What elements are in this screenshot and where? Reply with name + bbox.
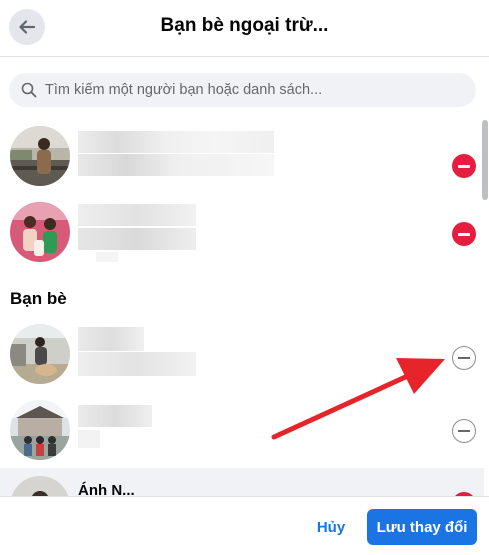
list-item[interactable] <box>0 202 480 268</box>
friend-name: Ánh N... <box>78 482 135 496</box>
list-item[interactable] <box>0 400 480 466</box>
dialog-footer: Hủy Lưu thay đổi <box>0 496 489 555</box>
dialog-header: Bạn bè ngoại trừ... <box>0 0 489 57</box>
toggle-exclude-button[interactable] <box>452 419 476 443</box>
list-scrollbar[interactable] <box>482 120 488 200</box>
save-changes-button[interactable]: Lưu thay đổi <box>367 509 477 545</box>
remove-excluded-button[interactable] <box>452 222 476 246</box>
avatar <box>10 476 70 496</box>
blurred-name <box>78 154 274 176</box>
list-item-hovered[interactable]: Ánh N... <box>0 468 484 496</box>
blurred-name <box>78 228 196 250</box>
avatar <box>10 400 70 460</box>
avatar <box>10 324 70 384</box>
blurred-name <box>96 252 118 262</box>
section-title-friends: Bạn bè <box>10 289 67 308</box>
list-item[interactable] <box>0 126 480 192</box>
blurred-name <box>78 204 196 226</box>
cancel-button[interactable]: Hủy <box>305 511 357 543</box>
search-icon <box>21 82 37 98</box>
search-box[interactable] <box>9 73 476 107</box>
blurred-name <box>78 430 100 448</box>
blurred-name <box>78 352 196 376</box>
avatar <box>10 126 70 186</box>
dialog-title: Bạn bè ngoại trừ... <box>160 15 329 36</box>
avatar <box>10 202 70 262</box>
remove-excluded-button[interactable] <box>452 154 476 178</box>
blurred-name <box>78 131 274 153</box>
search-input[interactable] <box>43 81 467 99</box>
blurred-name <box>78 405 152 427</box>
friend-list[interactable]: Bạn bè Ánh N... <box>0 118 489 496</box>
toggle-exclude-button[interactable] <box>452 346 476 370</box>
blurred-name <box>78 327 144 351</box>
list-item[interactable] <box>0 324 480 390</box>
